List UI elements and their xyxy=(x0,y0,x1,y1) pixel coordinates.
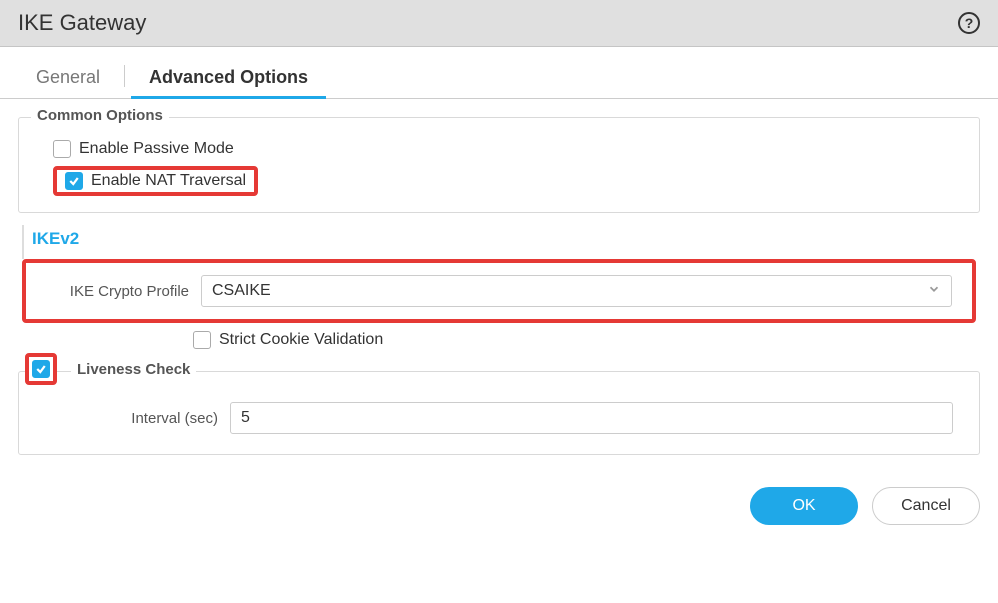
liveness-check-legend: Liveness Check xyxy=(71,361,196,378)
tab-body: Common Options Enable Passive Mode Enabl… xyxy=(0,99,998,455)
tab-separator xyxy=(124,65,125,87)
check-icon xyxy=(35,363,47,375)
nat-traversal-highlight: Enable NAT Traversal xyxy=(53,166,258,196)
cancel-button[interactable]: Cancel xyxy=(872,487,980,525)
strict-cookie-label: Strict Cookie Validation xyxy=(219,331,383,349)
dialog-button-bar: OK Cancel xyxy=(0,467,998,543)
ike-crypto-profile-select[interactable]: CSAIKE xyxy=(201,275,952,307)
dialog-titlebar: IKE Gateway ? xyxy=(0,0,998,47)
ikev2-section-header: IKEv2 xyxy=(22,225,980,259)
crypto-profile-highlight: IKE Crypto Profile CSAIKE xyxy=(22,259,976,323)
passive-mode-row: Enable Passive Mode xyxy=(53,140,963,158)
crypto-profile-control: CSAIKE xyxy=(201,275,952,307)
enable-passive-mode-checkbox[interactable] xyxy=(53,140,71,158)
chevron-down-icon xyxy=(927,282,941,301)
strict-cookie-row: Strict Cookie Validation xyxy=(193,331,980,349)
interval-input[interactable] xyxy=(230,402,953,434)
tab-general[interactable]: General xyxy=(18,61,118,98)
check-icon xyxy=(68,175,80,187)
interval-label: Interval (sec) xyxy=(45,410,230,427)
liveness-check-fieldset: Liveness Check Interval (sec) xyxy=(18,371,980,455)
dialog-title: IKE Gateway xyxy=(18,10,146,36)
ok-button[interactable]: OK xyxy=(750,487,858,525)
help-icon[interactable]: ? xyxy=(958,12,980,34)
tab-advanced-options[interactable]: Advanced Options xyxy=(131,61,326,98)
liveness-checkbox-highlight xyxy=(25,353,57,385)
crypto-profile-row: IKE Crypto Profile CSAIKE xyxy=(36,271,962,311)
crypto-profile-value: CSAIKE xyxy=(212,282,271,300)
common-options-legend: Common Options xyxy=(31,107,169,124)
enable-nat-traversal-label: Enable NAT Traversal xyxy=(91,172,246,190)
common-options-fieldset: Common Options Enable Passive Mode Enabl… xyxy=(18,117,980,213)
liveness-check-checkbox[interactable] xyxy=(32,360,50,378)
tab-bar: General Advanced Options xyxy=(0,47,998,99)
enable-nat-traversal-checkbox[interactable] xyxy=(65,172,83,190)
interval-row: Interval (sec) xyxy=(35,398,963,438)
strict-cookie-checkbox[interactable] xyxy=(193,331,211,349)
crypto-profile-label: IKE Crypto Profile xyxy=(46,283,201,300)
enable-passive-mode-label: Enable Passive Mode xyxy=(79,140,234,158)
interval-control xyxy=(230,402,953,434)
